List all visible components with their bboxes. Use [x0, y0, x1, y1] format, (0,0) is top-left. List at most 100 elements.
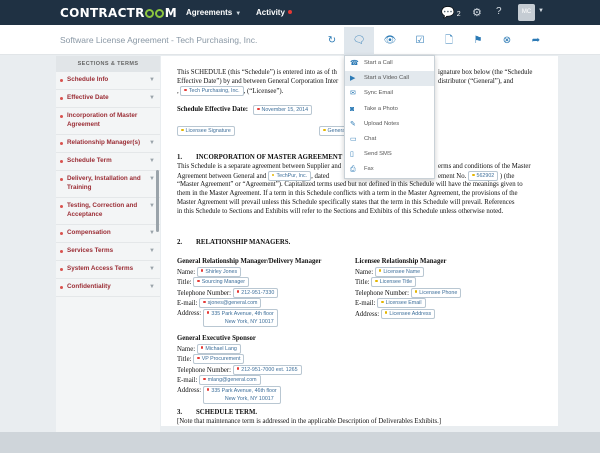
cancel-circle-icon[interactable]: ⊗	[500, 34, 514, 48]
menu-item-label: Upload Notes	[364, 120, 400, 127]
licensee-manager-heading: Licensee Relationship Manager	[355, 258, 447, 265]
general-manager-address-field[interactable]: 335 Park Avenue, 4th floor New York, NY 1…	[202, 308, 278, 327]
menu-item-label: Chat	[364, 135, 377, 142]
sms-icon: ▯	[350, 151, 354, 159]
licensee-manager-address-field[interactable]: Licensee Address	[380, 308, 436, 319]
address-line-2: New York, NY 10017	[224, 395, 274, 402]
view-eye-icon[interactable]: 👁	[383, 34, 397, 48]
intro-line-2b: distributor (“General”), and	[438, 78, 514, 85]
sidebar-item-effective-date[interactable]: Effective Date ▼	[56, 90, 160, 108]
general-manager-email-field[interactable]: sjones@general.com	[199, 298, 262, 308]
sidebar-item-label: Incorporation of Master Agreement	[67, 112, 138, 128]
sidebar-item-schedule-info[interactable]: Schedule Info ▼	[56, 72, 160, 90]
title-label: Title:	[177, 356, 192, 363]
sponsor-email-field[interactable]: mlang@general.com	[199, 375, 261, 385]
messages-button[interactable]: 💬 2	[441, 6, 461, 19]
sidebar-item-schedule-term[interactable]: Schedule Term ▼	[56, 153, 160, 171]
chevron-down-icon: ▼	[149, 230, 155, 236]
general-manager-title-field[interactable]: Sourcing Manager	[193, 277, 249, 287]
address-line-2: New York, NY 10017	[224, 318, 274, 325]
menu-item-sync-email[interactable]: ✉ Sync Email	[345, 86, 434, 101]
edit-checkbox-icon[interactable]: ☑	[413, 34, 427, 48]
camera-icon: ◙	[350, 105, 355, 113]
section-1-line-2c: ement No.	[438, 173, 467, 180]
fax-icon: ⎙	[350, 166, 356, 174]
sidebar-item-delivery[interactable]: Delivery, Installation and Training ▼	[56, 171, 160, 198]
intro-line-3: , Tech Purchasing, Inc., (“Licensee”).	[177, 86, 284, 96]
sign-stamp-icon[interactable]: ⚑	[471, 34, 485, 48]
menu-item-label: Sync Email	[364, 90, 393, 97]
sidebar-item-label: Relationship Manager(s)	[67, 139, 141, 146]
section-1-line-6: in this Schedule to Sections and Exhibit…	[177, 208, 504, 215]
page-footer	[0, 432, 600, 453]
sidebar-item-label: Compensation	[67, 229, 111, 236]
share-arrow-icon[interactable]: ➦	[529, 34, 543, 48]
licensee-signature-field[interactable]: Licensee Signature	[177, 126, 235, 136]
general-manager-phone-field[interactable]: 212-951-7330	[232, 287, 279, 298]
licensee-manager-email-field[interactable]: Licensee Email	[377, 298, 426, 308]
sidebar-item-system-access[interactable]: System Access Terms ▼	[56, 261, 160, 279]
chevron-down-icon: ▼	[149, 77, 155, 83]
executive-sponsor-block: General Executive Sponsor Name: Michael …	[177, 334, 302, 404]
licensee-manager-name-field[interactable]: Licensee Name	[374, 266, 425, 277]
sidebar-item-label: Confidentiality	[67, 283, 111, 290]
chevron-down-icon: ▼	[149, 95, 155, 101]
menu-item-chat[interactable]: ▭ Chat	[345, 132, 434, 147]
sidebar-item-label: Delivery, Installation and Training	[67, 175, 141, 191]
sidebar-item-incorporation[interactable]: Incorporation of Master Agreement	[56, 108, 160, 135]
sidebar-item-relationship-managers[interactable]: Relationship Manager(s) ▼	[56, 135, 160, 153]
licensee-manager-phone-field[interactable]: Licensee Phone	[410, 287, 462, 298]
avatar-menu-chevron-icon[interactable]: ▼	[538, 8, 544, 14]
menu-item-fax[interactable]: ⎙ Fax	[345, 162, 434, 177]
document-icon[interactable]: 🗋	[442, 34, 456, 48]
licensee-manager-title-field[interactable]: Licensee Title	[371, 277, 417, 287]
communications-button[interactable]: 🗨	[344, 27, 374, 55]
chat-icon: ▭	[350, 135, 357, 143]
chevron-down-icon: ▼	[149, 176, 155, 182]
history-icon[interactable]: ↻	[325, 34, 339, 48]
effective-date-field[interactable]: November 15, 2014	[253, 105, 313, 115]
sidebar-item-label: Testing, Correction and Acceptance	[67, 202, 138, 218]
notes-icon: ✎	[350, 120, 356, 128]
general-manager-block: General Relationship Manager/Delivery Ma…	[177, 257, 321, 327]
nav-agreements-label: Agreements	[186, 8, 233, 17]
menu-item-upload-notes[interactable]: ✎ Upload Notes	[345, 117, 434, 132]
sponsor-address-field[interactable]: 335 Park Avenue, 46th floor New York, NY …	[202, 385, 281, 404]
section-1-line-2b: , dated	[311, 173, 330, 180]
address-label: Address:	[177, 386, 202, 394]
chevron-down-icon: ▼	[149, 140, 155, 146]
address-line-1: 335 Park Avenue, 4th floor	[211, 310, 274, 317]
sidebar-item-confidentiality[interactable]: Confidentiality ▼	[56, 279, 160, 297]
licensee-name-field[interactable]: Tech Purchasing, Inc.	[180, 86, 244, 96]
chevron-down-icon: ▼	[149, 158, 155, 164]
chevron-down-icon: ▼	[149, 284, 155, 290]
menu-item-label: Fax	[364, 166, 374, 173]
email-label: E-mail:	[177, 300, 198, 307]
name-label: Name:	[177, 345, 196, 353]
menu-item-start-call[interactable]: ☎ Start a Call	[345, 56, 434, 71]
sponsor-name-field[interactable]: Michael Lang	[196, 343, 241, 354]
sponsor-phone-field[interactable]: 212-951-7000 ext. 1265	[232, 364, 302, 375]
nav-activity[interactable]: Activity	[256, 8, 292, 17]
address-line-1: 335 Park Avenue, 46th floor	[211, 387, 277, 394]
sidebar-item-services-terms[interactable]: Services Terms ▼	[56, 243, 160, 261]
help-icon[interactable]: ?	[496, 6, 502, 17]
nav-activity-label: Activity	[256, 8, 285, 17]
section-2-number: 2.	[177, 239, 183, 246]
general-manager-heading: General Relationship Manager/Delivery Ma…	[177, 258, 322, 265]
sidebar-scrollbar[interactable]	[156, 170, 159, 232]
menu-item-send-sms[interactable]: ▯ Send SMS	[345, 147, 434, 162]
nav-agreements[interactable]: Agreements ▼	[186, 8, 241, 17]
menu-item-start-video-call[interactable]: ▶ Start a Video Call	[345, 71, 434, 87]
sponsor-title-field[interactable]: VP Procurement	[193, 354, 245, 364]
contractroom-logo[interactable]: CONTRACTR M	[60, 6, 177, 20]
menu-item-take-photo[interactable]: ◙ Take a Photo	[345, 102, 434, 117]
address-label: Address:	[177, 309, 202, 317]
sidebar-item-compensation[interactable]: Compensation ▼	[56, 225, 160, 243]
title-label: Title:	[355, 279, 370, 286]
settings-gear-icon[interactable]: ⚙	[472, 6, 482, 19]
sidebar-item-label: Effective Date	[67, 94, 109, 101]
user-avatar[interactable]: MC	[518, 4, 535, 21]
sidebar-item-testing[interactable]: Testing, Correction and Acceptance ▼	[56, 198, 160, 225]
general-manager-name-field[interactable]: Shirley Jones	[196, 266, 242, 277]
